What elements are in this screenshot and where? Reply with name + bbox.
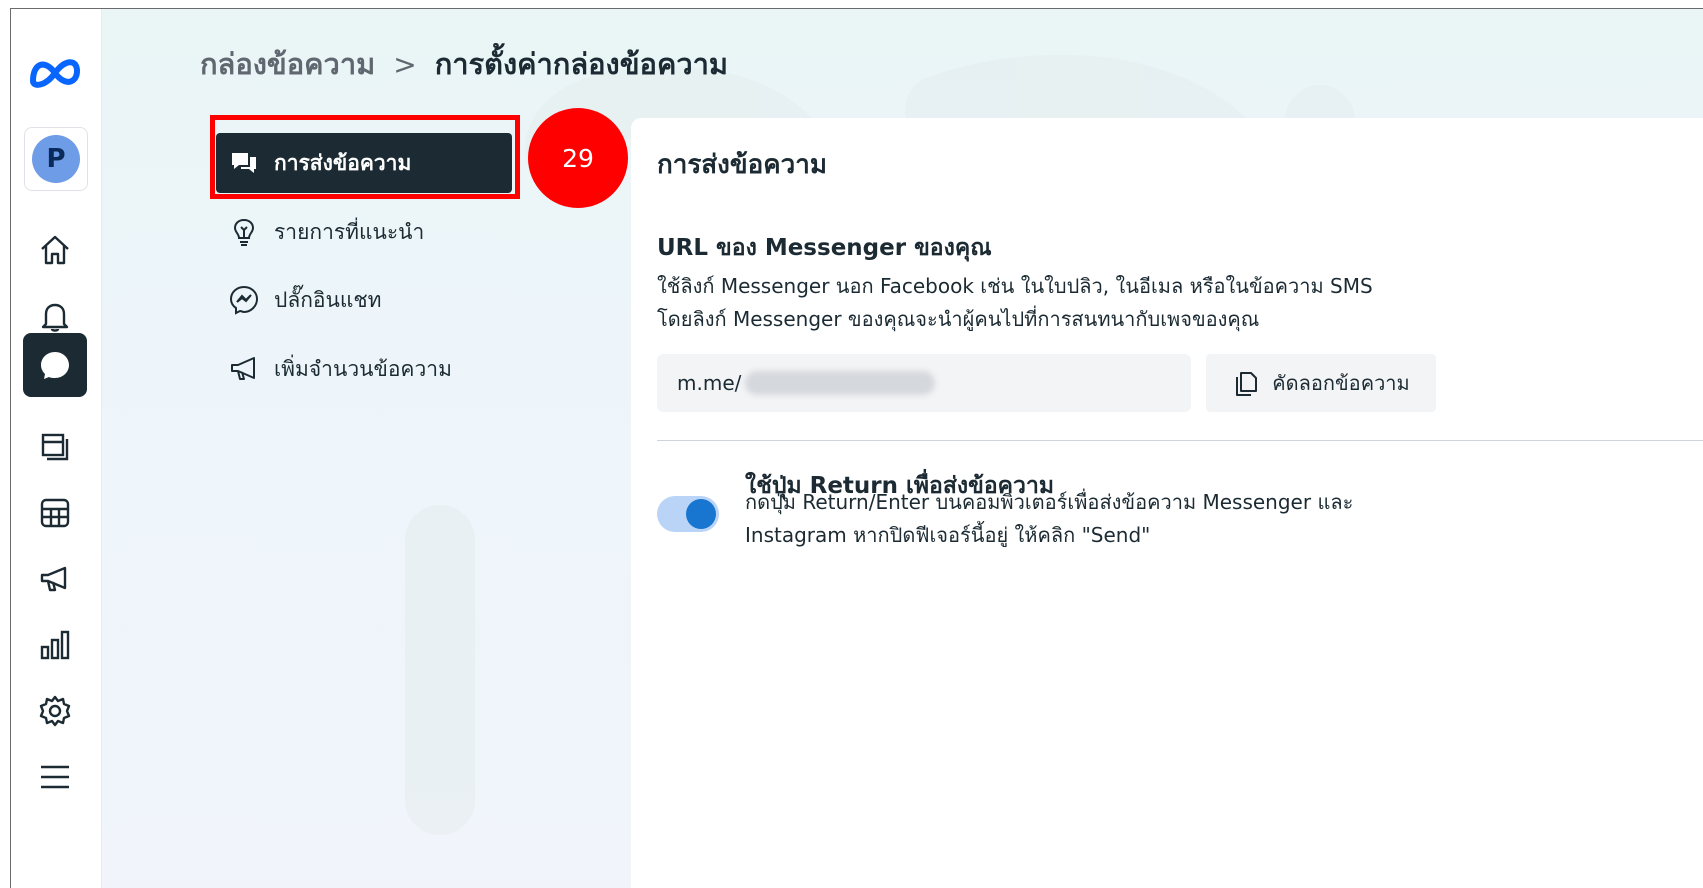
meta-logo-icon[interactable] bbox=[27, 53, 83, 93]
return-section-description-line2: Instagram หากปิดฟีเจอร์นี้อยู่ ให้คลิก "… bbox=[745, 523, 1151, 547]
nav-item-label: ปลั๊กอินแชท bbox=[274, 287, 382, 312]
url-section-title: URL ของ Messenger ของคุณ bbox=[657, 235, 992, 261]
breadcrumb-separator: > bbox=[393, 47, 417, 81]
nav-item-label: การส่งข้อความ bbox=[274, 150, 412, 175]
nav-item-label: เพิ่มจำนวนข้อความ bbox=[274, 356, 452, 381]
breadcrumb-parent-link[interactable]: กล่องข้อความ bbox=[200, 41, 375, 87]
nav-item-suggestions[interactable]: รายการที่แนะนำ bbox=[216, 202, 512, 262]
tutorial-step-badge: 29 bbox=[528, 108, 628, 208]
speech-bubbles-icon bbox=[232, 153, 256, 173]
nav-item-chat-plugin[interactable]: ปลั๊กอินแชท bbox=[216, 270, 512, 330]
nav-item-increase-messages[interactable]: เพิ่มจำนวนข้อความ bbox=[216, 339, 512, 399]
redacted-username bbox=[745, 371, 936, 395]
section-divider bbox=[657, 440, 1703, 441]
menu-icon[interactable] bbox=[23, 745, 87, 809]
breadcrumb: กล่องข้อความ > การตั้งค่ากล่องข้อความ bbox=[200, 40, 728, 88]
page-title: การตั้งค่ากล่องข้อความ bbox=[434, 47, 729, 81]
messenger-icon bbox=[229, 285, 259, 315]
url-section-description-line1: ใช้ลิงก์ Messenger นอก Facebook เช่น ในใ… bbox=[657, 274, 1373, 298]
window-top-border bbox=[10, 8, 1703, 9]
url-prefix: m.me/ bbox=[677, 371, 742, 395]
chat-icon[interactable] bbox=[23, 333, 87, 397]
page-avatar-button[interactable]: P bbox=[24, 127, 88, 191]
avatar: P bbox=[32, 135, 80, 183]
copy-url-button[interactable]: คัดลอกข้อความ bbox=[1206, 354, 1436, 412]
messaging-settings-panel: การส่งข้อความ URL ของ Messenger ของคุณ ใ… bbox=[631, 118, 1703, 888]
panel-title: การส่งข้อความ bbox=[657, 150, 827, 180]
toggle-knob bbox=[686, 499, 716, 529]
home-icon[interactable] bbox=[23, 218, 87, 282]
app-window: P กล่องข้อความ > การตั้งค่ากล่องข้อความ … bbox=[0, 0, 1703, 888]
posts-icon[interactable] bbox=[23, 415, 87, 479]
return-to-send-toggle[interactable] bbox=[657, 496, 719, 532]
lightbulb-icon bbox=[233, 218, 255, 246]
nav-item-label: รายการที่แนะนำ bbox=[274, 219, 425, 244]
copy-icon bbox=[1236, 372, 1258, 396]
gear-icon[interactable] bbox=[23, 679, 87, 743]
megaphone-icon[interactable] bbox=[23, 547, 87, 611]
grid-icon[interactable] bbox=[23, 481, 87, 545]
copy-button-label: คัดลอกข้อความ bbox=[1272, 371, 1410, 395]
bar-chart-icon[interactable] bbox=[23, 613, 87, 677]
return-section-description-line1: กดปุ่ม Return/Enter บนคอมพิวเตอร์เพื่อส่… bbox=[745, 490, 1354, 514]
url-section-description-line2: โดยลิงก์ Messenger ของคุณจะนำผู้คนไปที่ก… bbox=[657, 307, 1260, 331]
left-navigation-rail: P bbox=[11, 9, 102, 888]
messenger-url-field[interactable]: m.me/ bbox=[657, 354, 1191, 412]
nav-item-messaging[interactable]: การส่งข้อความ bbox=[216, 133, 512, 193]
megaphone-icon bbox=[231, 357, 255, 380]
